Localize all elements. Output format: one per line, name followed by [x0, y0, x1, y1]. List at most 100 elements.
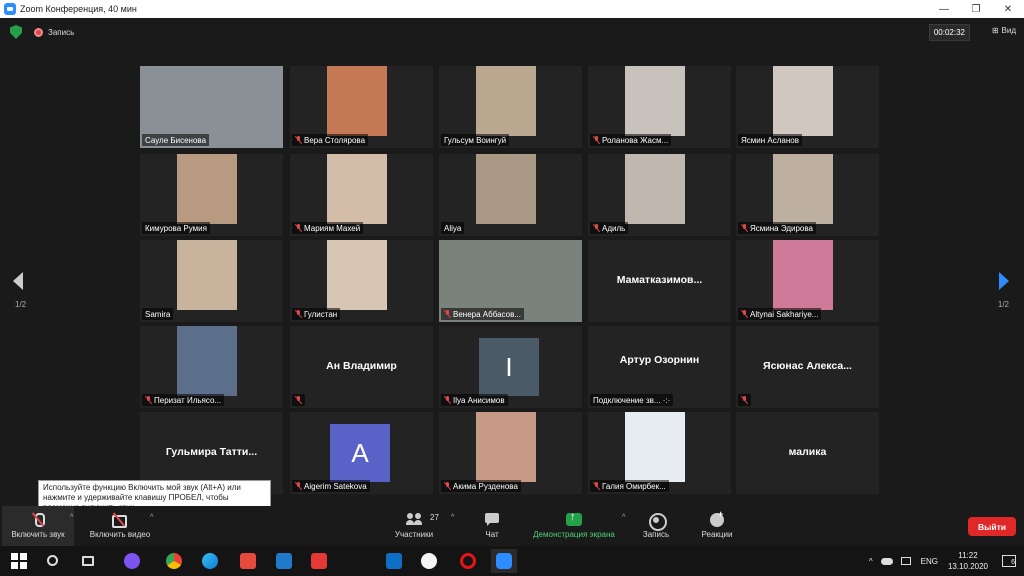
participant-video: [773, 240, 833, 310]
meeting-topbar: Запись 00:02:32 ⊞ Вид: [0, 18, 1024, 46]
participant-tile[interactable]: I Ilya Анисимов: [439, 326, 582, 408]
participant-tile[interactable]: Артур Озорнин Подключение зв... ·:·: [588, 326, 731, 408]
participants-chevron-icon[interactable]: ^: [451, 514, 454, 521]
notifications-count: 6: [1011, 559, 1015, 566]
participant-display-name: Ан Владимир: [326, 360, 397, 372]
task-view-icon[interactable]: [82, 556, 94, 566]
participant-tile[interactable]: Ан Владимир: [290, 326, 433, 408]
video-gallery-grid: Сауле Бисенова Вера Столярова Гульсум Воин…: [140, 66, 884, 494]
participant-name-label: Ясмин Асланов: [738, 134, 802, 146]
chat-button[interactable]: Чат: [474, 506, 510, 546]
video-options-chevron-icon[interactable]: ^: [150, 514, 153, 521]
participant-video: [177, 154, 237, 224]
participant-video: [625, 66, 685, 136]
close-button[interactable]: ✕: [992, 0, 1024, 18]
record-button[interactable]: Запись: [636, 506, 676, 546]
page-indicator-left: 1/2: [15, 300, 27, 309]
participant-display-name: Маматказимов...: [616, 274, 703, 286]
muted-mic-icon: [295, 482, 302, 490]
gift-app-icon[interactable]: [240, 553, 256, 569]
participant-name: Samira: [145, 309, 171, 319]
camera-off-icon: [112, 513, 128, 528]
participant-tile[interactable]: Ясюнас Алекса...: [736, 326, 879, 408]
participant-video: [625, 154, 685, 224]
participant-tile[interactable]: A Aigerim Satekova: [290, 412, 433, 494]
tray-chevron-icon[interactable]: ^: [869, 557, 873, 566]
participant-tile[interactable]: Адиль: [588, 154, 731, 236]
window-title: Zoom Конференция, 40 мин: [20, 4, 137, 14]
windows-taskbar: ^ ENG 11:22 13.10.2020 6: [0, 546, 1024, 576]
notifications-icon[interactable]: 6: [1002, 555, 1016, 567]
view-label: Вид: [1001, 26, 1016, 35]
avatar-letter: I: [479, 338, 539, 396]
participant-display-name: Гульмира Татти...: [165, 446, 258, 458]
mail-icon[interactable]: [276, 553, 292, 569]
next-page-arrow-icon[interactable]: [999, 272, 1009, 290]
view-button[interactable]: ⊞ Вид: [992, 26, 1016, 35]
search-icon[interactable]: [47, 555, 58, 566]
zoom-app-icon: [4, 3, 16, 15]
participant-tile[interactable]: Altynai Sakhariye...: [736, 240, 879, 322]
participant-tile[interactable]: Вера Столярова: [290, 66, 433, 148]
audio-options-chevron-icon[interactable]: ^: [70, 514, 73, 521]
participant-name: Акима Рузденова: [453, 481, 518, 491]
participant-tile[interactable]: Гулистан: [290, 240, 433, 322]
reactions-button[interactable]: Реакции: [696, 506, 738, 546]
taskbar-clock[interactable]: 11:22 13.10.2020: [948, 550, 988, 572]
previous-page-arrow-icon[interactable]: [13, 272, 23, 290]
participant-name: Ясмин Асланов: [741, 135, 799, 145]
participant-name-label: Галия Омирбек...: [590, 480, 669, 492]
participant-tile[interactable]: Ясмина Эдирова: [736, 154, 879, 236]
participant-tile[interactable]: Aliya: [439, 154, 582, 236]
windows-start-icon[interactable]: [11, 553, 27, 569]
participant-tile[interactable]: Акима Рузденова: [439, 412, 582, 494]
zoom-taskbar-active[interactable]: [491, 549, 517, 573]
participant-tile[interactable]: малика: [736, 412, 879, 494]
participant-video: [327, 240, 387, 310]
participants-button[interactable]: 27 Участники: [388, 506, 440, 546]
participant-tile[interactable]: Роланова Жасм...: [588, 66, 731, 148]
share-options-chevron-icon[interactable]: ^: [622, 514, 625, 521]
yandex-icon[interactable]: [311, 553, 327, 569]
chrome-icon[interactable]: [166, 553, 182, 569]
participants-icon: 27: [406, 513, 439, 526]
language-indicator[interactable]: ENG: [921, 557, 938, 566]
store-icon[interactable]: [386, 553, 402, 569]
edge-icon[interactable]: [202, 553, 218, 569]
recording-indicator[interactable]: Запись: [34, 27, 74, 37]
start-video-button[interactable]: Включить видео: [84, 506, 156, 546]
participant-tile[interactable]: Кимурова Румия: [140, 154, 283, 236]
participant-tile[interactable]: Венера Аббасов...: [439, 240, 582, 322]
reactions-label: Реакции: [701, 530, 733, 539]
muted-mic-icon: [741, 310, 748, 318]
monitor-icon[interactable]: [900, 557, 911, 565]
participant-tile[interactable]: Мариям Махей: [290, 154, 433, 236]
participants-label: Участники: [394, 530, 434, 539]
yandex-browser-icon[interactable]: [421, 553, 437, 569]
participant-display-name: Артур Озорнин: [619, 354, 700, 366]
alice-assistant-icon[interactable]: [124, 553, 140, 569]
restore-button[interactable]: ❐: [960, 0, 992, 18]
participant-name-label: Samira: [142, 308, 174, 320]
participant-name-label: Мариям Махей: [292, 222, 364, 234]
participant-tile[interactable]: Сауле Бисенова: [140, 66, 283, 148]
minimize-button[interactable]: —: [928, 0, 960, 18]
unmute-button[interactable]: Включить звук: [2, 506, 74, 546]
participant-tile[interactable]: Гульсум Воингуй: [439, 66, 582, 148]
participant-tile[interactable]: Ясмин Асланов: [736, 66, 879, 148]
opera-icon[interactable]: [460, 553, 476, 569]
share-screen-button[interactable]: Демонстрация экрана: [526, 506, 622, 546]
clock-date: 13.10.2020: [947, 562, 988, 571]
participant-video: [773, 66, 833, 136]
participant-video: [177, 240, 237, 310]
participant-tile[interactable]: Перизат Ильясо...: [140, 326, 283, 408]
participant-tile[interactable]: Галия Омирбек...: [588, 412, 731, 494]
participant-tile[interactable]: Samira: [140, 240, 283, 322]
participant-tile[interactable]: Маматказимов...: [588, 240, 731, 322]
leave-button[interactable]: Выйти: [968, 517, 1016, 536]
clock-time: 11:22: [958, 551, 978, 560]
participant-video: [476, 66, 536, 136]
muted-mic-icon: [295, 310, 302, 318]
shield-icon[interactable]: [10, 25, 22, 39]
onedrive-icon[interactable]: [880, 557, 893, 565]
